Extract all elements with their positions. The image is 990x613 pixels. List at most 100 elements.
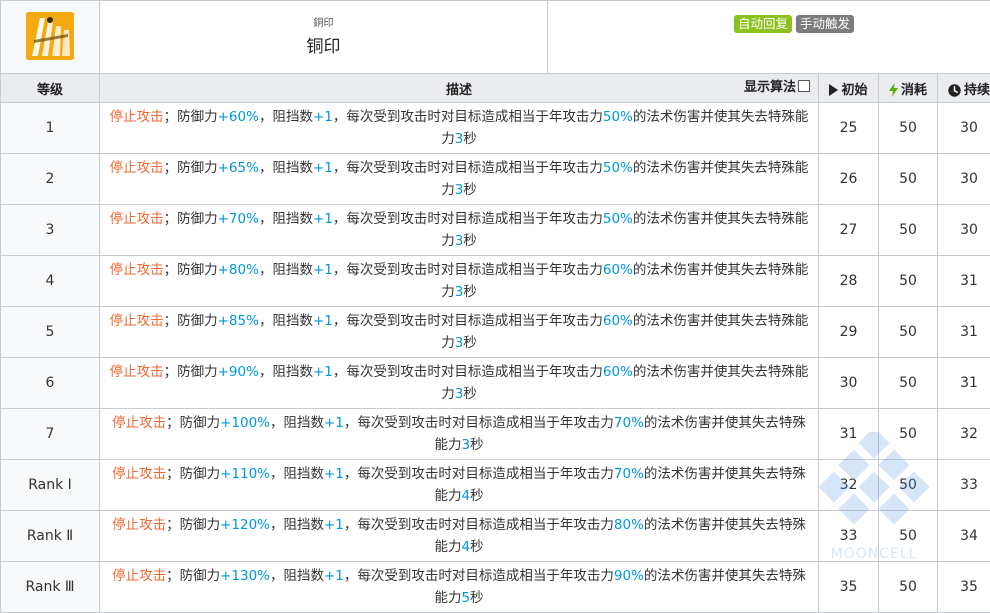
defense-bonus-value: +65% xyxy=(218,160,259,176)
keyword-stop-attack: 停止攻击 xyxy=(110,160,164,176)
silence-duration-value: 4 xyxy=(461,539,470,555)
duration-column-header: 持续 xyxy=(938,74,990,103)
damage-ratio-value: 50% xyxy=(603,160,633,176)
block-bonus-value: +1 xyxy=(313,262,333,278)
block-bonus-value: +1 xyxy=(313,364,333,380)
skill-name-alt: 銅印 xyxy=(100,18,547,30)
initial-sp-cell: 27 xyxy=(819,205,879,256)
desc-text: ；防御力 xyxy=(164,109,218,125)
duration-cell: 31 xyxy=(938,256,990,307)
description-column-header: 描述 显示算法 xyxy=(100,74,819,103)
damage-ratio-value: 50% xyxy=(603,211,633,227)
table-row: 2停止攻击；防御力+65%，阻挡数+1，每次受到攻击时对目标造成相当于年攻击力5… xyxy=(1,154,990,205)
desc-text: ，阻挡数 xyxy=(259,313,313,329)
duration-cell: 30 xyxy=(938,154,990,205)
initial-sp-column-header: 初始 xyxy=(819,74,879,103)
block-bonus-value: +1 xyxy=(324,466,344,482)
desc-text: ；防御力 xyxy=(166,568,220,584)
lightning-icon xyxy=(889,83,898,97)
desc-text: ；防御力 xyxy=(164,262,218,278)
sp-cost-cell: 50 xyxy=(879,409,938,460)
table-row: 5停止攻击；防御力+85%，阻挡数+1，每次受到攻击时对目标造成相当于年攻击力6… xyxy=(1,307,990,358)
desc-text: ；防御力 xyxy=(164,313,218,329)
level-cell: 4 xyxy=(1,256,100,307)
level-rows: 1停止攻击；防御力+60%，阻挡数+1，每次受到攻击时对目标造成相当于年攻击力5… xyxy=(1,103,990,613)
block-bonus-value: +1 xyxy=(324,517,344,533)
initial-sp-cell: 29 xyxy=(819,307,879,358)
description-cell: 停止攻击；防御力+120%，阻挡数+1，每次受到攻击时对目标造成相当于年攻击力8… xyxy=(100,511,819,562)
damage-ratio-value: 60% xyxy=(603,364,633,380)
sp-cost-cell: 50 xyxy=(879,460,938,511)
desc-text: ，阻挡数 xyxy=(259,109,313,125)
desc-text: ，阻挡数 xyxy=(259,364,313,380)
initial-sp-cell: 33 xyxy=(819,511,879,562)
desc-text: ，每次受到攻击时对目标造成相当于年攻击力 xyxy=(333,313,603,329)
desc-text: ，每次受到攻击时对目标造成相当于年攻击力 xyxy=(344,466,614,482)
silence-duration-value: 4 xyxy=(461,488,470,504)
duration-cell: 31 xyxy=(938,307,990,358)
description-cell: 停止攻击；防御力+70%，阻挡数+1，每次受到攻击时对目标造成相当于年攻击力50… xyxy=(100,205,819,256)
desc-text: ，阻挡数 xyxy=(270,415,324,431)
initial-sp-cell: 26 xyxy=(819,154,879,205)
desc-text: 秒 xyxy=(463,386,477,402)
sp-cost-cell: 50 xyxy=(879,511,938,562)
keyword-stop-attack: 停止攻击 xyxy=(112,466,166,482)
desc-text: ，阻挡数 xyxy=(259,160,313,176)
table-row: 6停止攻击；防御力+90%，阻挡数+1，每次受到攻击时对目标造成相当于年攻击力6… xyxy=(1,358,990,409)
desc-text: ；防御力 xyxy=(166,415,220,431)
defense-bonus-value: +100% xyxy=(220,415,270,431)
table-row: Rank Ⅲ停止攻击；防御力+130%，阻挡数+1，每次受到攻击时对目标造成相当… xyxy=(1,562,990,613)
desc-text: 秒 xyxy=(470,437,484,453)
column-header-row: 等级 描述 显示算法 初始 消耗 持续 xyxy=(1,74,990,103)
defense-bonus-value: +120% xyxy=(220,517,270,533)
duration-cell: 30 xyxy=(938,103,990,154)
desc-text: 秒 xyxy=(470,539,484,555)
keyword-stop-attack: 停止攻击 xyxy=(110,313,164,329)
table-row: 7停止攻击；防御力+100%，阻挡数+1，每次受到攻击时对目标造成相当于年攻击力… xyxy=(1,409,990,460)
silence-duration-value: 3 xyxy=(455,386,464,402)
level-cell: 2 xyxy=(1,154,100,205)
duration-cell: 34 xyxy=(938,511,990,562)
show-formula-checkbox[interactable] xyxy=(798,80,810,92)
clock-icon xyxy=(948,84,961,97)
desc-text: 秒 xyxy=(463,131,477,147)
level-cell: Rank Ⅱ xyxy=(1,511,100,562)
duration-cell: 33 xyxy=(938,460,990,511)
play-icon xyxy=(829,84,838,96)
sp-cost-cell: 50 xyxy=(879,307,938,358)
level-cell: 7 xyxy=(1,409,100,460)
silence-duration-value: 3 xyxy=(455,233,464,249)
desc-text: 秒 xyxy=(463,335,477,351)
show-formula-toggle[interactable]: 显示算法 xyxy=(744,74,810,102)
initial-sp-label: 初始 xyxy=(841,83,867,98)
level-cell: Rank Ⅰ xyxy=(1,460,100,511)
desc-text: ，每次受到攻击时对目标造成相当于年攻击力 xyxy=(333,262,603,278)
block-bonus-value: +1 xyxy=(313,211,333,227)
desc-text: ；防御力 xyxy=(166,517,220,533)
table-row: Rank Ⅰ停止攻击；防御力+110%，阻挡数+1，每次受到攻击时对目标造成相当… xyxy=(1,460,990,511)
table-row: 3停止攻击；防御力+70%，阻挡数+1，每次受到攻击时对目标造成相当于年攻击力5… xyxy=(1,205,990,256)
skill-name-cell: 銅印 铜印 xyxy=(100,1,548,74)
initial-sp-cell: 31 xyxy=(819,409,879,460)
desc-text: ，阻挡数 xyxy=(259,262,313,278)
description-header-label: 描述 xyxy=(446,83,472,98)
initial-sp-cell: 35 xyxy=(819,562,879,613)
description-cell: 停止攻击；防御力+80%，阻挡数+1，每次受到攻击时对目标造成相当于年攻击力60… xyxy=(100,256,819,307)
damage-ratio-value: 80% xyxy=(614,517,644,533)
silence-duration-value: 3 xyxy=(461,437,470,453)
desc-text: 秒 xyxy=(470,590,484,606)
duration-cell: 30 xyxy=(938,205,990,256)
desc-text: ，每次受到攻击时对目标造成相当于年攻击力 xyxy=(344,415,614,431)
level-cell: 1 xyxy=(1,103,100,154)
block-bonus-value: +1 xyxy=(324,415,344,431)
damage-ratio-value: 60% xyxy=(603,313,633,329)
sp-cost-cell: 50 xyxy=(879,205,938,256)
block-bonus-value: +1 xyxy=(313,160,333,176)
desc-text: ，阻挡数 xyxy=(270,466,324,482)
description-cell: 停止攻击；防御力+110%，阻挡数+1，每次受到攻击时对目标造成相当于年攻击力7… xyxy=(100,460,819,511)
skill-tags-cell: 自动回复手动触发 xyxy=(548,1,990,74)
desc-text: ，阻挡数 xyxy=(259,211,313,227)
desc-text: 秒 xyxy=(463,284,477,300)
keyword-stop-attack: 停止攻击 xyxy=(110,211,164,227)
keyword-stop-attack: 停止攻击 xyxy=(110,262,164,278)
